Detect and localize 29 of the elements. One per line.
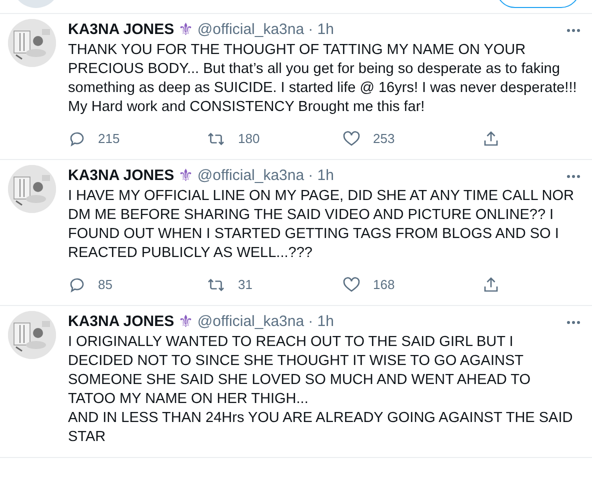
retweet-count: 180 — [238, 130, 260, 148]
tweet-text: I HAVE MY OFFICIAL LINE ON MY PAGE, DID SHE AT ANY TIME CALL NOR DM ME BEFORE SHARING THE SAID VIDEO AND PICTURE ONLINE?? I FOUND OUT WHEN I STARTED GETTING TAGS FROM BLOGS AND SO I REACTED PUBLICLY AS WELL...??? — [68, 187, 576, 263]
fleur-de-lis-icon: ⚜ — [178, 168, 194, 184]
author-name: KA3NA JONES — [68, 312, 174, 332]
reply-icon[interactable] — [68, 130, 86, 148]
like-count: 168 — [373, 276, 395, 294]
share-icon[interactable] — [482, 130, 500, 148]
reply-icon[interactable] — [68, 276, 86, 294]
author-handle: @official_ka3na — [197, 20, 304, 40]
fleur-de-lis-icon: ⚜ — [178, 314, 194, 330]
heart-icon[interactable] — [342, 130, 361, 148]
author-handle: @official_ka3na — [197, 312, 304, 332]
like-count: 253 — [373, 130, 395, 148]
share-icon[interactable] — [482, 276, 500, 294]
reply-count: 85 — [98, 276, 112, 294]
tweet-text: THANK YOU FOR THE THOUGHT OF TATTING MY NAME ON YOUR PRECIOUS BODY... But that’s all you get for being so desperate as to faking something as deep as SUICIDE. I started life @ 16yrs! I was never desperate!!! My Hard work and CONSISTENCY Brought me this far! — [68, 41, 578, 117]
author-handle: @official_ka3na — [197, 166, 304, 186]
retweet-icon[interactable] — [206, 276, 226, 294]
tweet-text: I ORIGINALLY WANTED TO REACH OUT TO THE SAID GIRL BUT I DECIDED NOT TO SINCE SHE THOUGHT IT WISE TO GO AGAINST SOMEONE SHE SAID SHE LOVED SO MUCH AND WENT AHEAD TO TATOO MY NAME ON HER THIGH... AND IN LESS THAN 24Hrs YOU ARE ALREADY GOING AGAINST THE SAID STAR — [68, 333, 574, 447]
tweet-time: · 1h — [308, 20, 334, 40]
heart-icon[interactable] — [342, 276, 361, 294]
retweet-icon[interactable] — [206, 130, 226, 148]
tweet-time: · 1h — [308, 166, 334, 186]
tweet-time: · 1h — [308, 312, 334, 332]
retweet-count: 31 — [238, 276, 252, 294]
reply-count: 215 — [98, 130, 120, 148]
author-name: KA3NA JONES — [68, 166, 174, 186]
fleur-de-lis-icon: ⚜ — [178, 22, 194, 38]
author-name: KA3NA JONES — [68, 20, 174, 40]
